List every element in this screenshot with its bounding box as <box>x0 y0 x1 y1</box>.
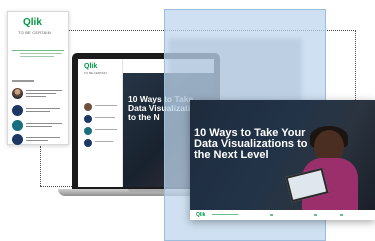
speaker-avatar <box>12 88 23 99</box>
item-avatar <box>12 120 23 131</box>
ebook-cover: 10 Ways to Take Your Data Visualizations… <box>190 100 375 220</box>
connector-line-left <box>40 146 41 186</box>
speaker-avatar <box>84 103 92 111</box>
qlik-logo: Qlik <box>196 212 206 218</box>
brand-tagline: TO BE CERTAIN <box>18 30 51 35</box>
list-item <box>12 105 66 117</box>
intro-text-line <box>20 53 62 54</box>
footer-mark <box>314 214 317 216</box>
laptop-sidebar: Qlik TO BE CERTAIN <box>78 59 123 187</box>
list-item <box>12 88 66 100</box>
qlik-logo: Qlik <box>84 63 98 70</box>
section-subhead <box>12 80 34 82</box>
list-item <box>12 134 66 146</box>
item-avatar <box>12 134 23 145</box>
laptop-notch <box>128 189 166 192</box>
mobile-page-card: Qlik TO BE CERTAIN <box>7 11 69 145</box>
qlik-logo: Qlik <box>23 17 42 28</box>
item-avatar <box>12 105 23 116</box>
brand-tagline: TO BE CERTAIN <box>84 71 107 75</box>
connector-line-right <box>355 30 356 102</box>
ebook-title: 10 Ways to Take Your Data Visualizations… <box>194 127 308 161</box>
list-item <box>12 120 66 132</box>
green-divider <box>12 50 64 51</box>
footer-mark <box>340 214 343 216</box>
footer-mark <box>270 214 273 216</box>
item-avatar <box>84 115 92 123</box>
item-avatar <box>84 127 92 135</box>
intro-text-line <box>20 56 54 57</box>
footer-line <box>212 214 238 215</box>
item-avatar <box>84 139 92 147</box>
